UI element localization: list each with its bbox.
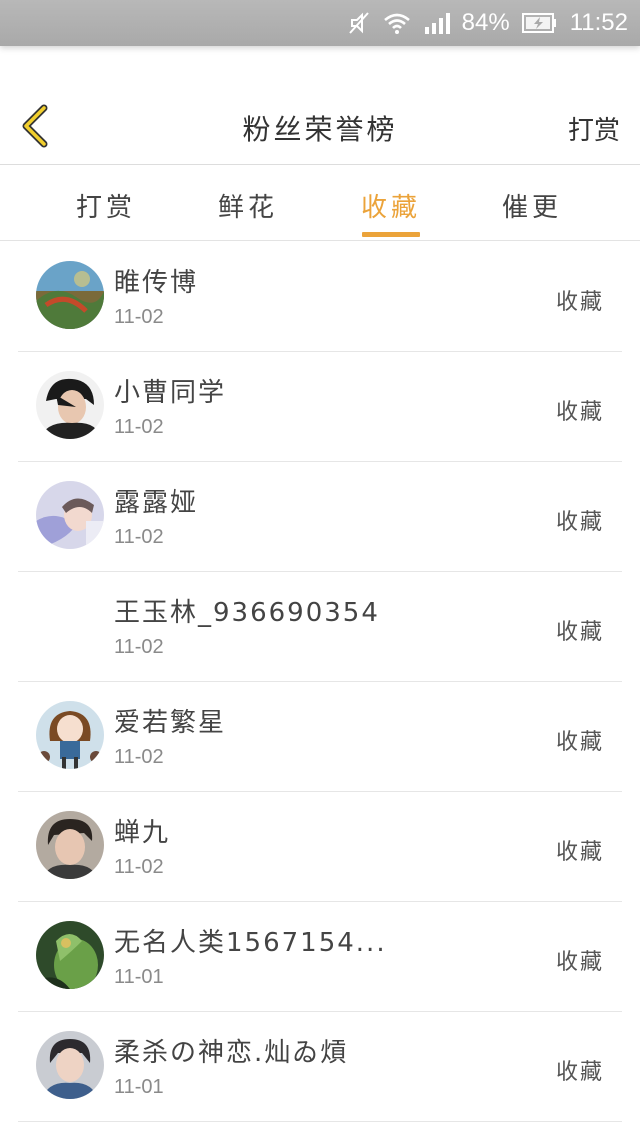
- date: 11-02: [114, 856, 164, 878]
- user-name: 柔杀の神恋.灿ゐ熕: [114, 1038, 349, 1068]
- action-label: 收藏: [555, 950, 604, 975]
- list-item[interactable]: 爱若繁星 11-02 收藏: [18, 682, 622, 792]
- user-name: 小曹同学: [114, 378, 227, 408]
- action-label: 收藏: [555, 290, 604, 315]
- tab-urge-update[interactable]: 催更: [482, 187, 582, 224]
- action-label: 收藏: [555, 620, 604, 645]
- user-name: 睢传博: [114, 268, 199, 298]
- list-item[interactable]: 王玉林_936690354 11-02 收藏: [18, 572, 622, 682]
- page-title: 粉丝荣誉榜: [242, 113, 398, 146]
- user-name: 无名人类1567154...: [114, 928, 387, 958]
- list-item[interactable]: 蝉九 11-02 收藏: [18, 792, 622, 902]
- list-item[interactable]: 睢传博 11-02 收藏: [18, 242, 622, 352]
- date: 11-02: [114, 636, 164, 658]
- date: 11-02: [114, 416, 164, 438]
- avatar: [36, 701, 104, 769]
- action-label: 收藏: [555, 400, 604, 425]
- action-label: 收藏: [555, 730, 604, 755]
- avatar: [36, 261, 104, 329]
- action-label: 收藏: [555, 510, 604, 535]
- battery-percent: 84%: [461, 9, 510, 36]
- tab-reward[interactable]: 打赏: [56, 187, 156, 224]
- action-label: 收藏: [555, 1060, 604, 1085]
- active-tab-indicator: [362, 232, 420, 237]
- signal-icon: [424, 11, 450, 35]
- avatar: [36, 921, 104, 989]
- avatar: [36, 811, 104, 879]
- date: 11-01: [114, 966, 164, 988]
- reward-button[interactable]: 打赏: [568, 110, 620, 147]
- status-bar: 84% 11:52: [0, 0, 640, 46]
- clock: 11:52: [569, 9, 628, 36]
- list-item[interactable]: 无名人类1567154... 11-01 收藏: [18, 902, 622, 1012]
- header-bar: 粉丝荣誉榜 打赏: [0, 86, 640, 165]
- date: 11-02: [114, 306, 164, 328]
- list-item[interactable]: 柔杀の神恋.灿ゐ熕 11-01 收藏: [18, 1012, 622, 1122]
- avatar: [36, 481, 104, 549]
- user-name: 蝉九: [114, 818, 171, 848]
- user-name: 露露娅: [114, 488, 199, 518]
- date: 11-01: [114, 1076, 164, 1098]
- tab-flowers[interactable]: 鲜花: [198, 187, 298, 224]
- battery-charging-icon: [521, 12, 558, 34]
- avatar: [36, 371, 104, 439]
- user-name: 王玉林_936690354: [114, 598, 380, 628]
- list-item[interactable]: 小曹同学 11-02 收藏: [18, 352, 622, 462]
- user-name: 爱若繁星: [114, 708, 227, 738]
- tab-favorites[interactable]: 收藏: [341, 187, 441, 224]
- avatar: [36, 1031, 104, 1099]
- date: 11-02: [114, 526, 164, 548]
- tab-bar: 打赏 鲜花 收藏 催更: [0, 165, 640, 241]
- wifi-icon: [382, 11, 412, 35]
- list-item[interactable]: 露露娅 11-02 收藏: [18, 462, 622, 572]
- fan-list: 睢传博 11-02 收藏 小曹同学 11-02 收藏 露露娅 11-02 收藏 …: [0, 242, 640, 1122]
- avatar: [36, 591, 104, 659]
- date: 11-02: [114, 746, 164, 768]
- action-label: 收藏: [555, 840, 604, 865]
- mute-icon: [348, 11, 370, 35]
